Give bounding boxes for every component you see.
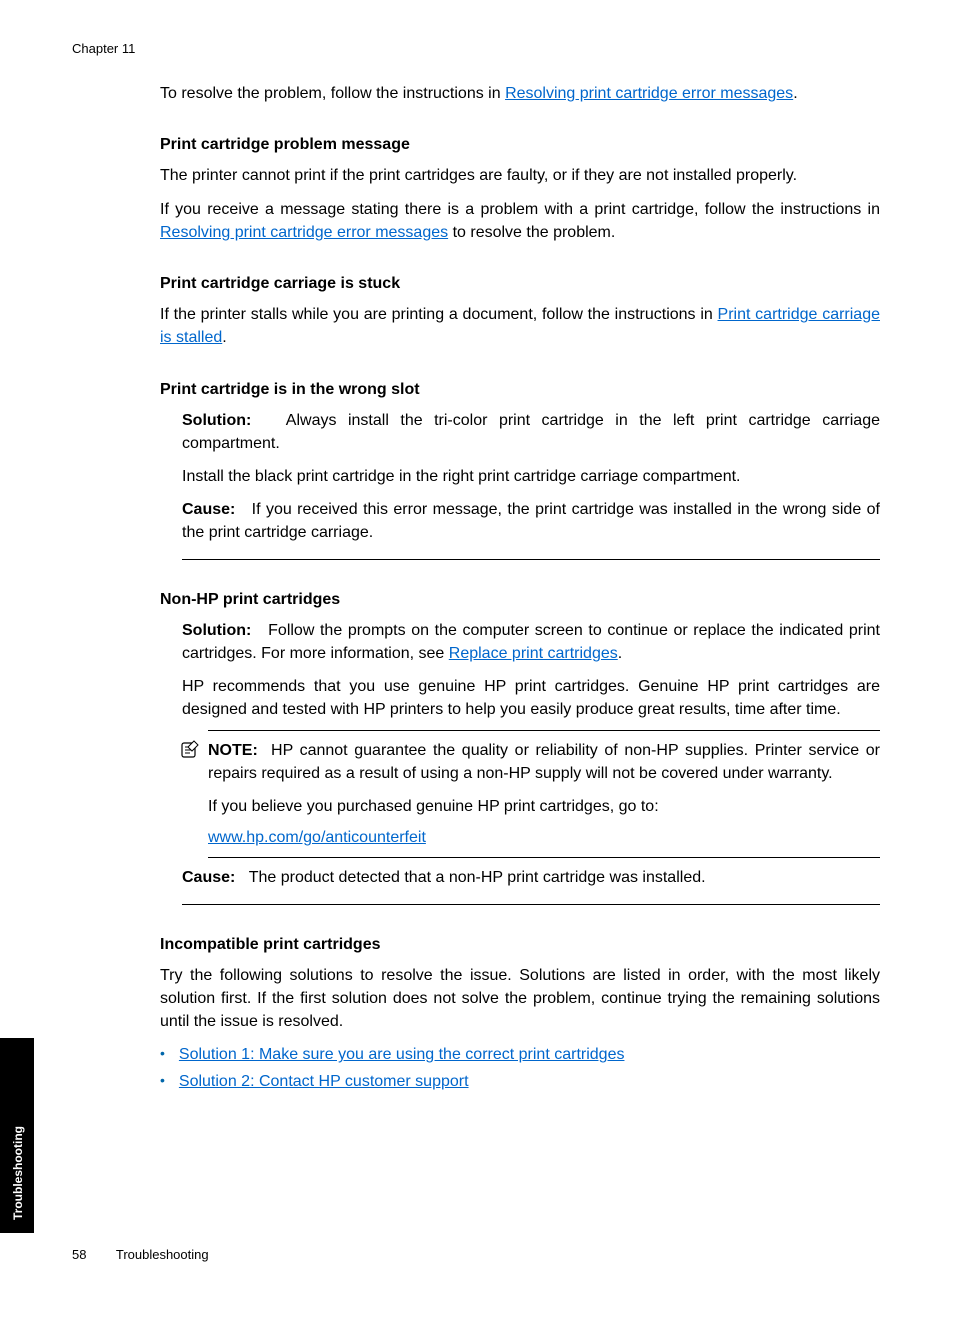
section4-solution: Solution: Follow the prompts on the comp… — [182, 619, 880, 665]
section4-p2: HP recommends that you use genuine HP pr… — [182, 675, 880, 721]
note-p2: If you believe you purchased genuine HP … — [208, 795, 880, 818]
heading-incompatible: Incompatible print cartridges — [160, 933, 880, 956]
note-block: NOTE: HP cannot guarantee the quality or… — [208, 739, 880, 850]
note-link-p: www.hp.com/go/anticounterfeit — [208, 826, 880, 849]
section1-p2: If you receive a message stating there i… — [160, 198, 880, 244]
heading-wrong-slot: Print cartridge is in the wrong slot — [160, 378, 880, 401]
section1-p2-post: to resolve the problem. — [448, 224, 615, 241]
page-content: To resolve the problem, follow the instr… — [160, 82, 880, 1098]
note-divider-top — [208, 730, 880, 731]
intro-post: . — [793, 85, 797, 102]
note-label: NOTE: — [208, 742, 258, 759]
page-footer: 58 Troubleshooting — [72, 1246, 209, 1265]
bullet-item-2: • Solution 2: Contact HP customer suppor… — [160, 1070, 880, 1093]
heading-carriage-stuck: Print cartridge carriage is stuck — [160, 272, 880, 295]
heading-non-hp: Non-HP print cartridges — [160, 588, 880, 611]
link-replace-cartridges[interactable]: Replace print cartridges — [449, 645, 618, 662]
intro-paragraph: To resolve the problem, follow the instr… — [160, 82, 880, 105]
divider-2 — [182, 904, 880, 905]
page-number: 58 — [72, 1247, 86, 1262]
link-solution-1[interactable]: Solution 1: Make sure you are using the … — [179, 1043, 625, 1066]
link-resolving-error-messages-2[interactable]: Resolving print cartridge error messages — [160, 224, 448, 241]
link-anticounterfeit[interactable]: www.hp.com/go/anticounterfeit — [208, 829, 426, 846]
note-divider-bottom — [208, 857, 880, 858]
section4-solution-post: . — [618, 645, 622, 662]
section2-p1-pre: If the printer stalls while you are prin… — [160, 306, 718, 323]
section3-solution-text: Always install the tri-color print cartr… — [182, 412, 880, 452]
section2-p1: If the printer stalls while you are prin… — [160, 303, 880, 349]
side-tab: Troubleshooting — [0, 1038, 34, 1233]
note-icon — [180, 740, 200, 765]
note-paragraph: NOTE: HP cannot guarantee the quality or… — [208, 739, 880, 785]
section5-p1: Try the following solutions to resolve t… — [160, 964, 880, 1034]
section2-p1-post: . — [222, 329, 226, 346]
bullet-item-1: • Solution 1: Make sure you are using th… — [160, 1043, 880, 1066]
side-tab-label: Troubleshooting — [10, 1126, 27, 1220]
section4-cause-text: The product detected that a non-HP print… — [249, 869, 706, 886]
section1-p1: The printer cannot print if the print ca… — [160, 164, 880, 187]
intro-pre: To resolve the problem, follow the instr… — [160, 85, 505, 102]
bullet-dot-icon: • — [160, 1043, 165, 1066]
section3-p2: Install the black print cartridge in the… — [182, 465, 880, 488]
cause-label: Cause: — [182, 501, 235, 518]
link-resolving-error-messages[interactable]: Resolving print cartridge error messages — [505, 85, 793, 102]
solution-label: Solution: — [182, 412, 251, 429]
bullet-dot-icon: • — [160, 1070, 165, 1093]
note-text: HP cannot guarantee the quality or relia… — [208, 742, 880, 782]
section4-cause: Cause: The product detected that a non-H… — [182, 866, 880, 889]
footer-title: Troubleshooting — [116, 1247, 209, 1262]
section3-solution: Solution: Always install the tri-color p… — [182, 409, 880, 455]
link-solution-2[interactable]: Solution 2: Contact HP customer support — [179, 1070, 469, 1093]
section1-p2-pre: If you receive a message stating there i… — [160, 201, 880, 218]
section3-cause-text: If you received this error message, the … — [182, 501, 880, 541]
chapter-header: Chapter 11 — [72, 40, 135, 59]
solution-label-2: Solution: — [182, 622, 251, 639]
heading-print-cartridge-problem: Print cartridge problem message — [160, 133, 880, 156]
cause-label-2: Cause: — [182, 869, 235, 886]
section3-cause: Cause: If you received this error messag… — [182, 498, 880, 544]
divider — [182, 559, 880, 560]
